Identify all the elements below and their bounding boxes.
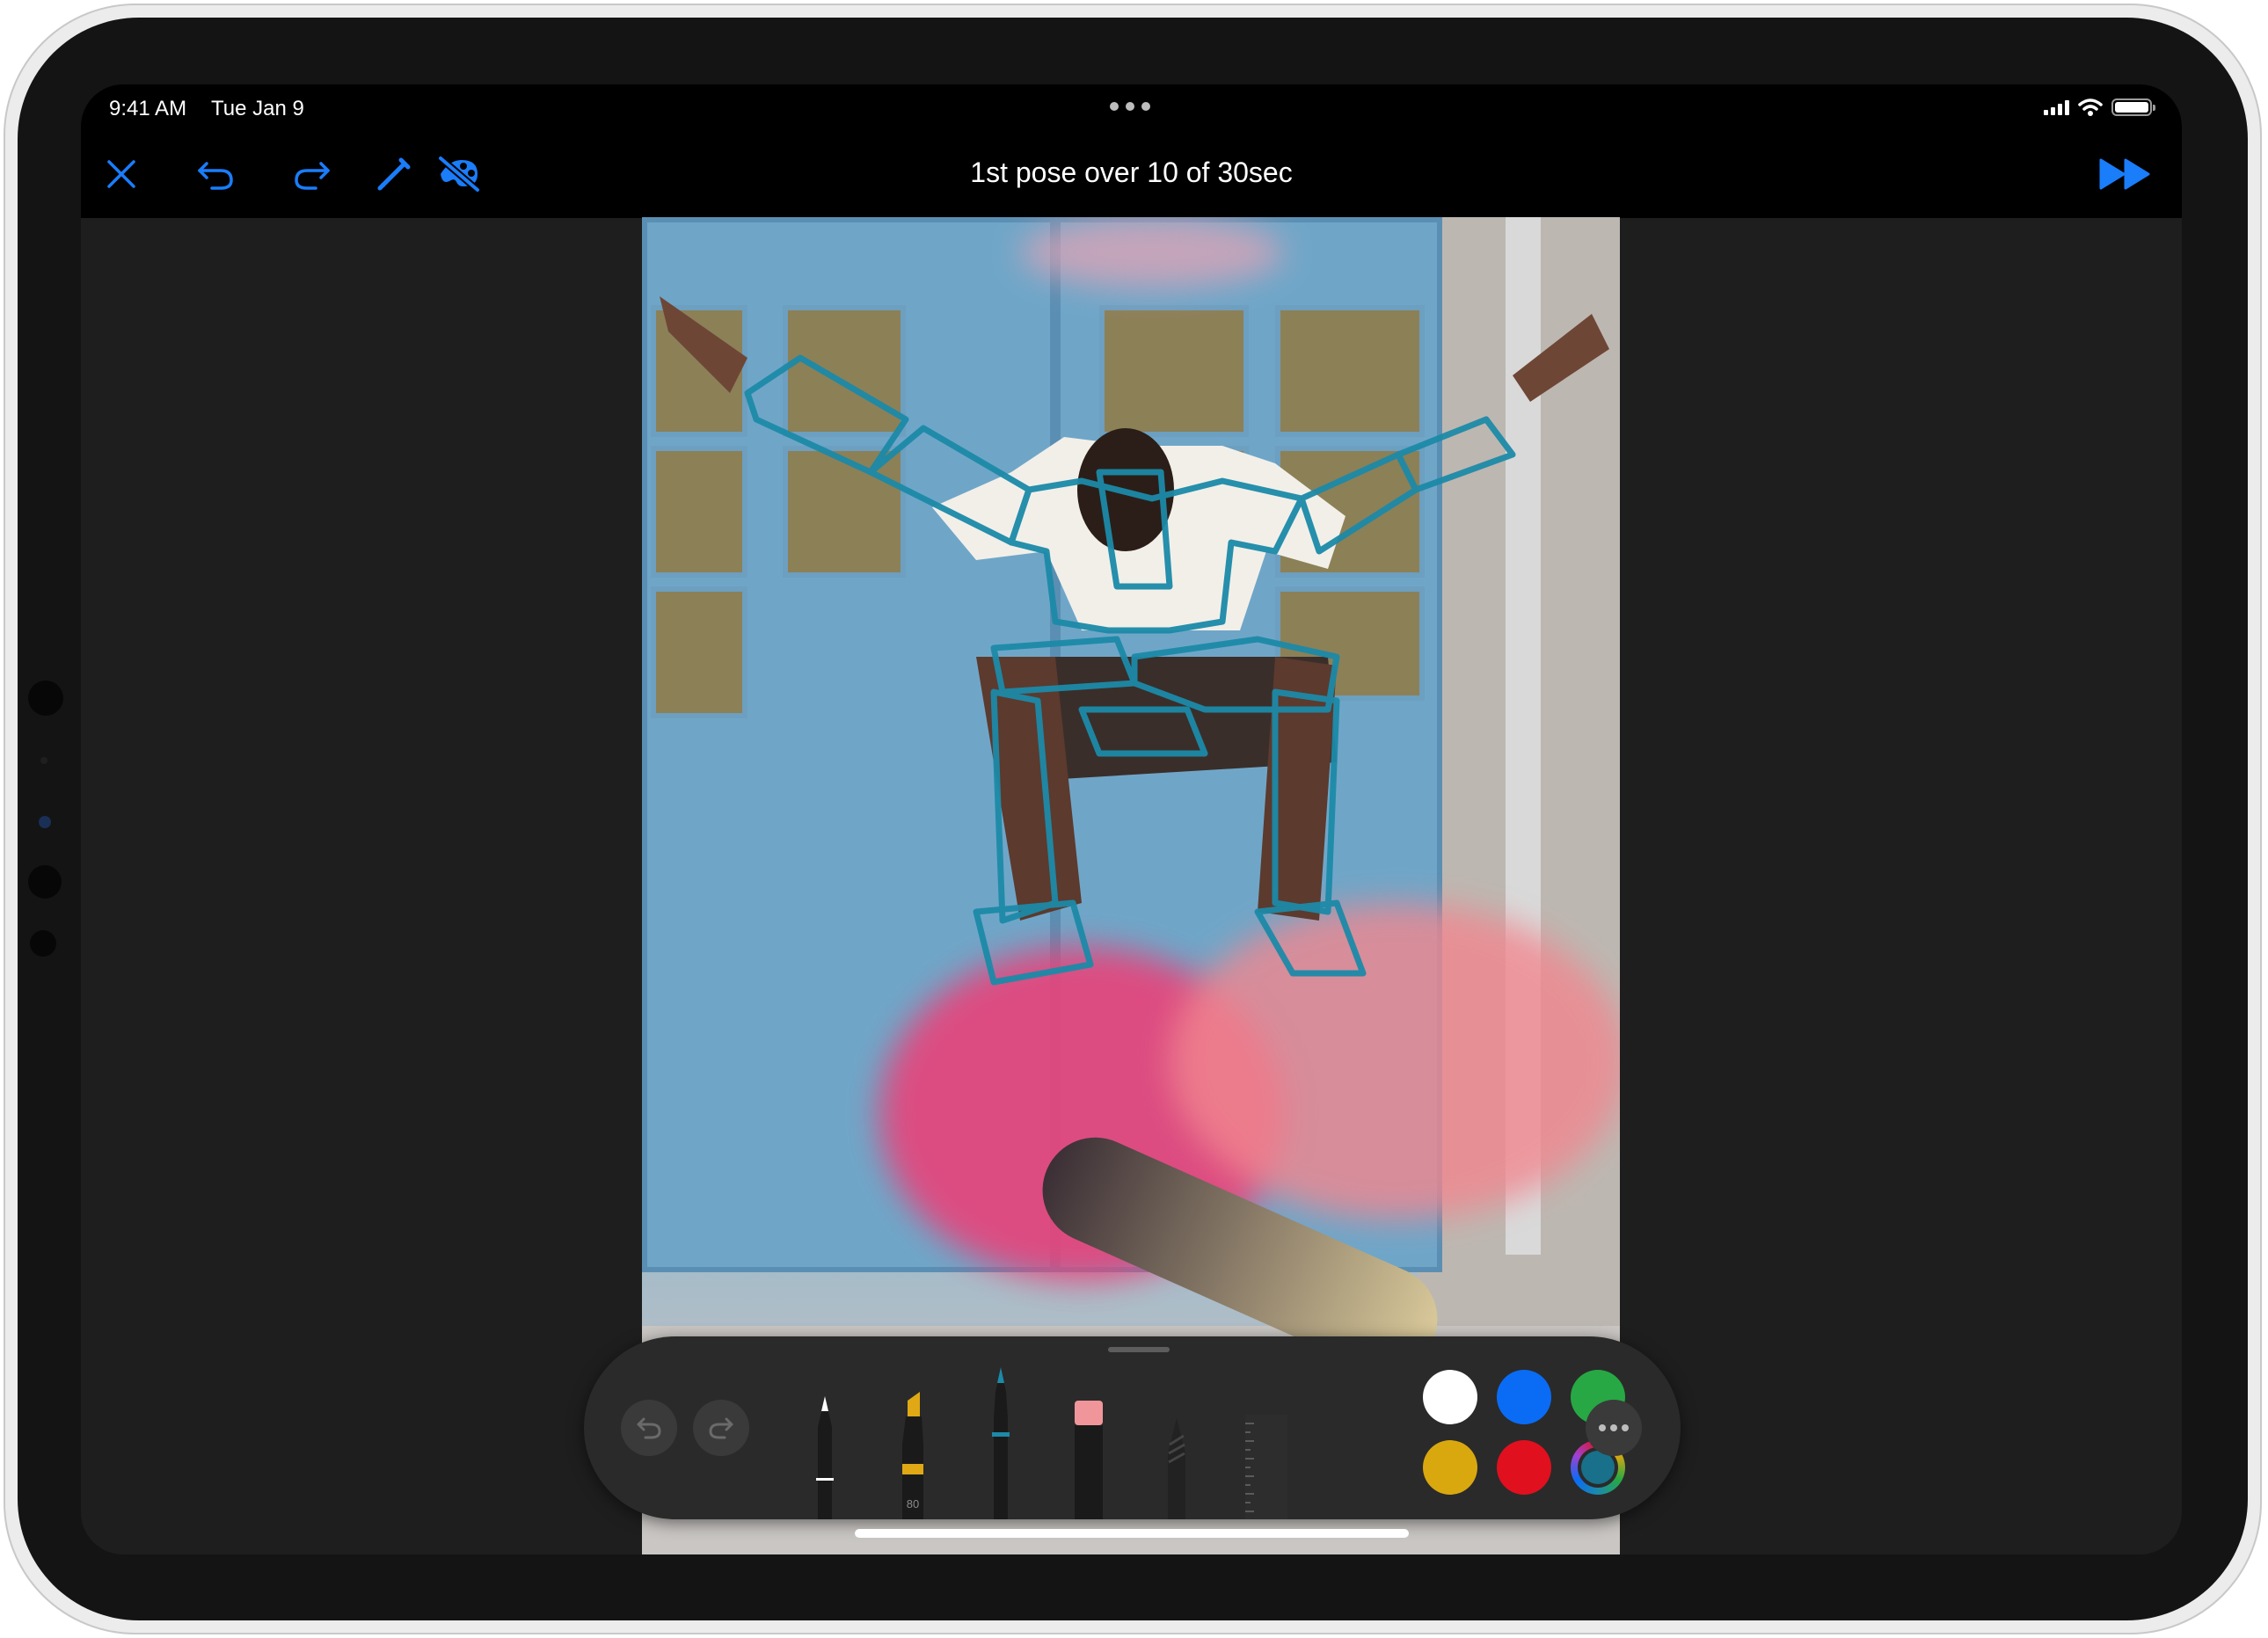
fountain-pen-tool[interactable] [981, 1365, 1020, 1519]
status-indicators [2044, 97, 2155, 118]
top-toolbar: 1st pose over 10 of 30sec [81, 130, 2182, 218]
marker-icon [902, 1392, 923, 1519]
next-pose-button[interactable] [2092, 146, 2159, 202]
skip-forward-icon [2099, 158, 2150, 190]
sensor-dot [39, 816, 51, 828]
palette-more-button[interactable] [1586, 1400, 1642, 1456]
camera-dot [28, 865, 62, 899]
screen: 9:41 AM Tue Jan 9 1st pose over 10 of 30… [81, 84, 2182, 1554]
redo-icon [709, 1417, 733, 1439]
color-swatch-red[interactable] [1497, 1440, 1551, 1495]
pen-icon [816, 1396, 834, 1519]
more-dot [1599, 1424, 1606, 1431]
color-swatch-white[interactable] [1423, 1370, 1477, 1424]
signal-icon [2044, 99, 2069, 115]
color-swatch-yellow[interactable] [1423, 1440, 1477, 1495]
status-time: 9:41 AM [109, 97, 187, 120]
marker-tool[interactable]: 80 [893, 1365, 932, 1519]
eraser-tool[interactable] [1069, 1365, 1108, 1519]
more-dot [1622, 1424, 1629, 1431]
drawing-palette: 80 [584, 1336, 1681, 1519]
camera-dot [30, 930, 56, 957]
pencil-tool[interactable] [1157, 1365, 1196, 1519]
pose-title: 1st pose over 10 of 30sec [970, 157, 1293, 188]
status-date: Tue Jan 9 [211, 97, 304, 120]
home-indicator[interactable] [855, 1529, 1409, 1538]
wifi-icon [2078, 98, 2103, 116]
eraser-icon [1075, 1401, 1103, 1519]
pen-tool[interactable] [806, 1365, 844, 1519]
palette-grabber[interactable] [1108, 1347, 1170, 1352]
ruler-icon [1245, 1415, 1287, 1519]
multitasking-dots[interactable] [1110, 102, 1150, 111]
pencil-icon [1168, 1418, 1185, 1519]
status-bar: 9:41 AM Tue Jan 9 [81, 84, 2182, 130]
ruler-tool[interactable] [1242, 1365, 1291, 1519]
palette-redo-button[interactable] [693, 1400, 749, 1456]
marker-opacity-label: 80 [906, 1497, 920, 1511]
undo-icon [637, 1417, 661, 1439]
palette-undo-button[interactable] [621, 1400, 677, 1456]
more-dot [1610, 1424, 1617, 1431]
camera-dot [28, 681, 63, 716]
sensor-dot [40, 757, 47, 764]
color-swatch-blue[interactable] [1497, 1370, 1551, 1424]
battery-icon [2111, 98, 2155, 116]
fountain-pen-icon [992, 1367, 1010, 1519]
